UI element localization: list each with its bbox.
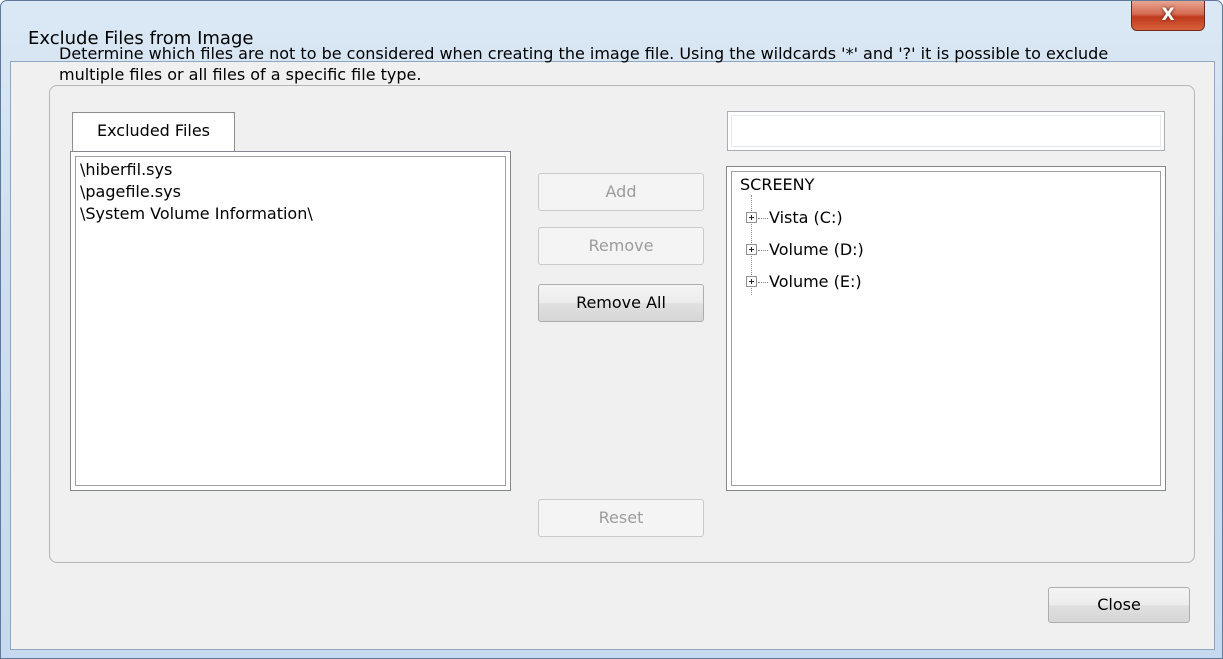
tree-connector-dots — [758, 218, 768, 219]
path-input-frame — [731, 115, 1161, 147]
path-input[interactable] — [727, 111, 1165, 151]
tree-node-label: Volume (E:) — [769, 272, 862, 291]
tree-node-label: Volume (D:) — [769, 240, 864, 259]
add-button[interactable]: Add — [538, 173, 704, 211]
list-item[interactable]: \pagefile.sys — [73, 181, 313, 203]
reset-button[interactable]: Reset — [538, 499, 704, 537]
close-icon[interactable]: X — [1131, 1, 1205, 31]
remove-button[interactable]: Remove — [538, 227, 704, 265]
plus-box-icon[interactable] — [746, 211, 757, 223]
tree-node-drive[interactable]: Volume (D:) — [746, 239, 864, 261]
tree-node-drive[interactable]: Volume (E:) — [746, 271, 862, 293]
plus-box-icon[interactable] — [746, 243, 757, 255]
remove-all-button[interactable]: Remove All — [538, 284, 704, 322]
list-item[interactable]: \System Volume Information\ — [73, 203, 313, 225]
tree-connector-dots — [758, 250, 768, 251]
list-item[interactable]: \hiberfil.sys — [73, 159, 313, 181]
excluded-files-list[interactable]: \hiberfil.sys \pagefile.sys \System Volu… — [70, 151, 511, 491]
dialog-window: Exclude Files from Image X Determine whi… — [0, 0, 1223, 659]
plus-box-icon[interactable] — [746, 275, 757, 287]
tree-root-computer[interactable]: SCREENY — [740, 174, 814, 196]
tab-excluded-files[interactable]: Excluded Files — [72, 112, 235, 152]
tree-node-drive[interactable]: Vista (C:) — [746, 207, 843, 229]
tree-node-label: Vista (C:) — [769, 208, 843, 227]
close-button[interactable]: Close — [1048, 587, 1190, 623]
tree-connector-dots — [758, 282, 768, 283]
description-text: Determine which files are not to be cons… — [59, 44, 1109, 84]
drive-tree[interactable]: SCREENY Vista (C:) Volume (D:) Volume (E… — [726, 166, 1166, 491]
